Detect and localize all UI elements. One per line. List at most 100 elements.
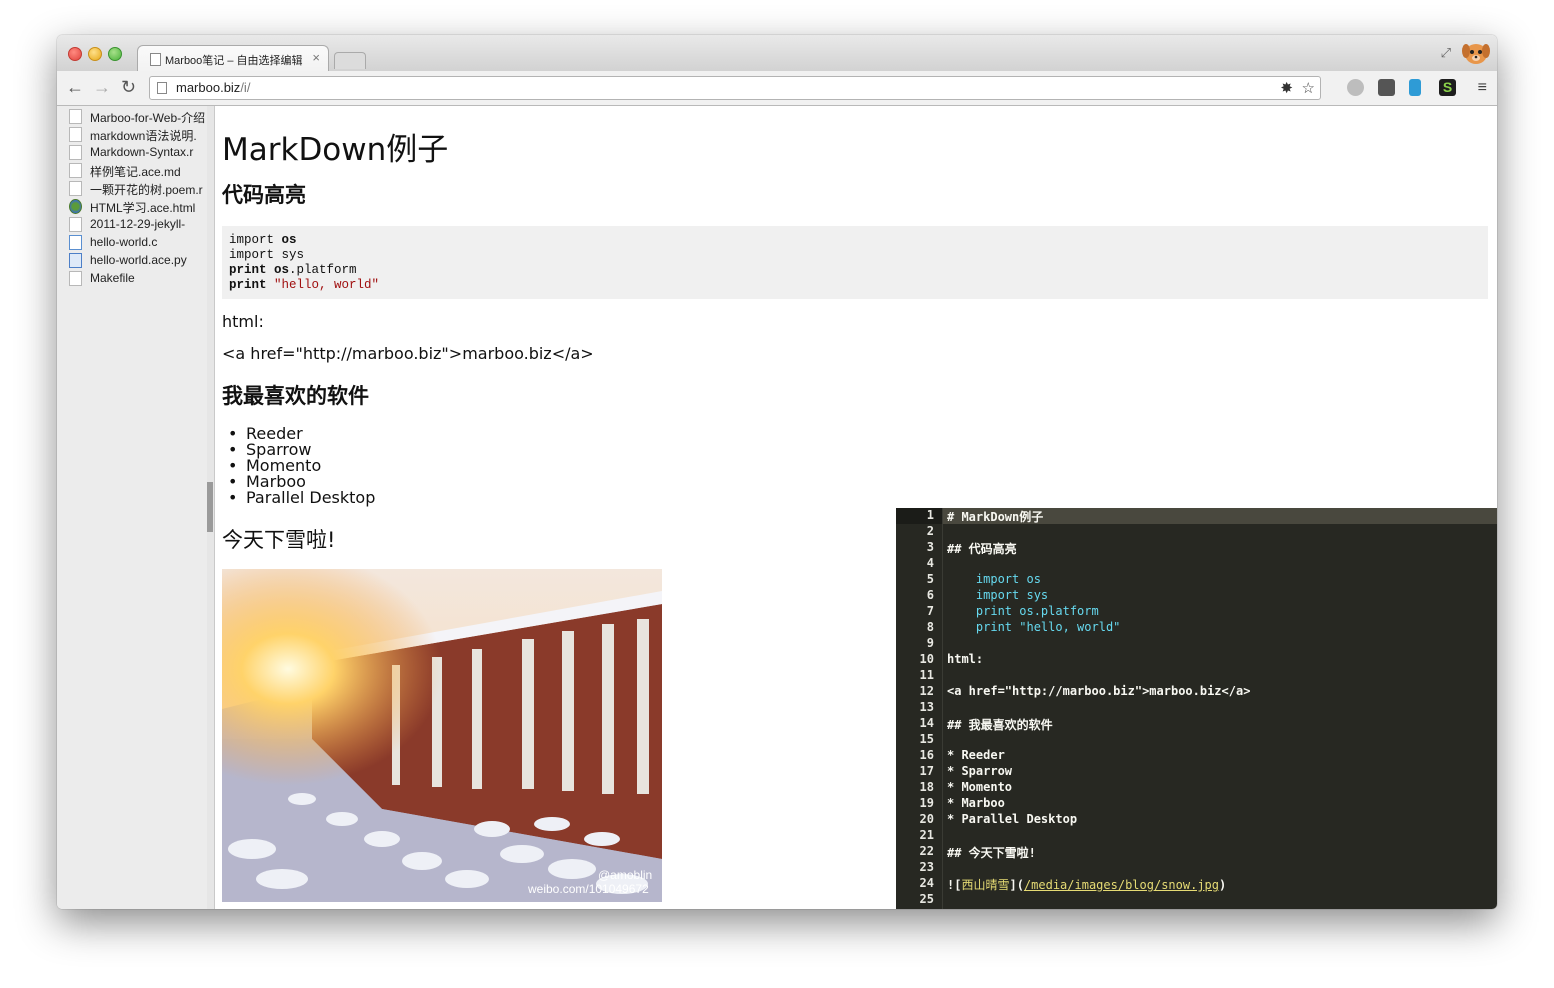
- line-number: 11: [919, 668, 934, 682]
- back-button[interactable]: ←: [66, 77, 84, 97]
- editor-line: * Parallel Desktop: [947, 812, 1078, 826]
- file-item[interactable]: 一颗开花的树.poem.r: [69, 180, 207, 198]
- document-icon: [69, 217, 82, 232]
- code-line: print "hello, world": [229, 278, 380, 292]
- close-window-button[interactable]: [68, 47, 82, 61]
- page-title: MarkDown例子: [222, 132, 449, 168]
- maximize-window-button[interactable]: [108, 47, 122, 61]
- line-number: 22: [919, 844, 934, 858]
- image-watermark-handle: @amoblin: [598, 868, 652, 882]
- line-number: 4: [926, 556, 934, 570]
- heading-software: 我最喜欢的软件: [222, 384, 369, 408]
- snow-photo: @amoblin weibo.com/101049672: [222, 569, 662, 902]
- line-number: 14: [919, 716, 934, 730]
- line-number: 16: [919, 748, 934, 762]
- editor-gutter: 1 2 3 4 5 6 7 8 9 10 11 12 13 14 15 16 1…: [896, 508, 943, 909]
- line-number: 3: [926, 540, 934, 554]
- file-sidebar: Marboo-for-Web-介绍 markdown语法说明. Markdown…: [57, 106, 208, 909]
- line-number: 19: [919, 796, 934, 810]
- heading-snow: 今天下雪啦!: [222, 528, 336, 552]
- active-line-gutter: [896, 508, 942, 524]
- heading-code: 代码高亮: [222, 183, 306, 207]
- document-icon: [69, 145, 82, 160]
- line-number: 5: [926, 572, 934, 586]
- page-icon: [150, 53, 161, 66]
- image-watermark-url: weibo.com/101049672: [527, 882, 649, 896]
- file-item[interactable]: hello-world.c: [69, 234, 207, 252]
- browser-window: Marboo笔记 – 自由选择编辑 × ⤢ ← → ↻ marboo.biz/i…: [57, 35, 1497, 909]
- editor-line: print os.platform: [947, 604, 1099, 618]
- line-number: 1: [926, 508, 934, 522]
- line-number: 18: [919, 780, 934, 794]
- line-number: 24: [919, 876, 934, 890]
- editor-line: ## 代码高亮: [947, 542, 1017, 556]
- extension-evernote-icon[interactable]: [1378, 79, 1395, 96]
- editor-line: <a href="http://marboo.biz">marboo.biz</…: [947, 684, 1251, 698]
- file-item[interactable]: 2011-12-29-jekyll-: [69, 216, 207, 234]
- address-bar[interactable]: marboo.biz/i/ ✸ ☆: [149, 76, 1321, 100]
- profile-avatar-icon[interactable]: [1461, 39, 1491, 67]
- title-bar: Marboo笔记 – 自由选择编辑 × ⤢: [57, 35, 1497, 72]
- editor-line: import sys: [947, 588, 1049, 602]
- extension-sync-icon[interactable]: [1347, 79, 1364, 96]
- line-number: 6: [926, 588, 934, 602]
- code-block: import os import sys print os.platform p…: [222, 226, 1488, 299]
- line-number: 13: [919, 700, 934, 714]
- document-icon: [69, 109, 82, 124]
- file-item[interactable]: Markdown-Syntax.r: [69, 144, 207, 162]
- editor-line: * Sparrow: [947, 764, 1013, 778]
- document-icon: [69, 181, 82, 196]
- editor-line: html:: [947, 652, 984, 666]
- browser-menu-icon[interactable]: ≡: [1478, 79, 1487, 97]
- line-number: 9: [926, 636, 934, 650]
- markdown-editor[interactable]: 1 2 3 4 5 6 7 8 9 10 11 12 13 14 15 16 1…: [896, 508, 1497, 909]
- bookmark-star-icon[interactable]: ☆: [1302, 79, 1315, 97]
- extension-bookmark-icon[interactable]: [1409, 79, 1421, 96]
- editor-line: print "hello, world": [947, 620, 1121, 634]
- line-number: 21: [919, 828, 934, 842]
- python-file-icon: [69, 253, 82, 268]
- file-item[interactable]: markdown语法说明.: [69, 126, 207, 144]
- line-number: 12: [919, 684, 934, 698]
- url-text: marboo.biz/i/: [176, 80, 251, 95]
- new-tab-button[interactable]: [334, 52, 366, 69]
- line-number: 2: [926, 524, 934, 538]
- file-item[interactable]: HTML学习.ace.html: [69, 198, 207, 216]
- tab-title: Marboo笔记 – 自由选择编辑: [165, 55, 303, 67]
- c-source-icon: [69, 235, 82, 250]
- document-icon: [69, 163, 82, 178]
- file-item[interactable]: Makefile: [69, 270, 207, 288]
- code-line: import sys: [229, 248, 305, 262]
- file-item[interactable]: hello-world.ace.py: [69, 252, 207, 270]
- editor-line: ## 我最喜欢的软件: [947, 718, 1053, 732]
- editor-line: ## 今天下雪啦!: [947, 846, 1036, 860]
- extension-s-icon[interactable]: S: [1439, 79, 1456, 96]
- line-number: 25: [919, 892, 934, 906]
- editor-line: * Reeder: [947, 748, 1005, 762]
- line-number: 15: [919, 732, 934, 746]
- code-line: import os: [229, 233, 297, 247]
- file-item[interactable]: Marboo-for-Web-介绍: [69, 108, 207, 126]
- html-label: html:: [222, 312, 264, 331]
- editor-line: * Momento: [947, 780, 1013, 794]
- browser-toolbar: ← → ↻ marboo.biz/i/ ✸ ☆ S ≡: [57, 71, 1497, 106]
- fullscreen-icon[interactable]: ⤢: [1441, 45, 1451, 61]
- tab-close-icon[interactable]: ×: [312, 50, 320, 65]
- editor-line: import os: [947, 572, 1041, 586]
- document-icon: [69, 271, 82, 286]
- line-number: 7: [926, 604, 934, 618]
- editor-line: * Marboo: [947, 796, 1005, 810]
- browser-tab[interactable]: Marboo笔记 – 自由选择编辑 ×: [137, 45, 329, 72]
- splitter-handle[interactable]: [207, 482, 213, 532]
- line-number: 17: [919, 764, 934, 778]
- line-number: 20: [919, 812, 934, 826]
- extension-action-icon[interactable]: ✸: [1280, 79, 1293, 97]
- reload-button[interactable]: ↻: [121, 77, 136, 97]
- html-file-icon: [69, 199, 82, 214]
- document-icon: [69, 127, 82, 142]
- file-item[interactable]: 样例笔记.ace.md: [69, 162, 207, 180]
- minimize-window-button[interactable]: [88, 47, 102, 61]
- forward-button[interactable]: →: [93, 77, 111, 97]
- editor-line: # MarkDown例子: [947, 510, 1044, 524]
- list-item: Parallel Desktop: [228, 488, 375, 507]
